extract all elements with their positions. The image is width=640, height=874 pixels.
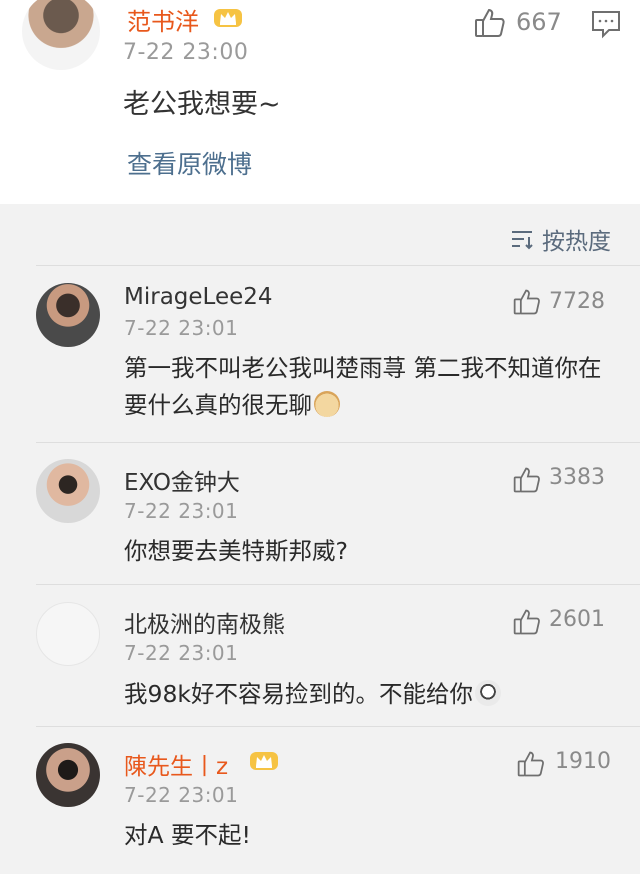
view-original-link[interactable]: 查看原微博	[127, 145, 252, 181]
sort-label: 按热度	[542, 229, 611, 255]
commenter-avatar[interactable]	[36, 283, 100, 347]
commenter-avatar[interactable]	[36, 459, 100, 523]
comment-text: 对A 要不起!	[124, 821, 251, 849]
post-author-name[interactable]: 范书洋	[127, 2, 199, 37]
thumbs-up-icon[interactable]	[512, 287, 542, 317]
comment-timestamp: 7-22 23:01	[124, 316, 239, 340]
comment-text-content: 我98k好不容易捡到的。不能给你	[124, 680, 474, 708]
comment-like-count: 7728	[549, 289, 605, 314]
original-post-card: 范书洋 7-22 23:00 667 老公我想要~ 查看原微博	[0, 0, 640, 204]
doge-emoji-icon	[314, 391, 340, 417]
post-like-count: 667	[516, 8, 562, 36]
thumbs-up-icon[interactable]	[512, 465, 542, 495]
crown-icon	[250, 752, 278, 770]
sort-icon	[512, 231, 533, 250]
comment-like-count: 3383	[549, 465, 605, 490]
divider	[36, 442, 640, 443]
comment-timestamp: 7-22 23:01	[124, 499, 239, 523]
commenter-name[interactable]: 陳先生丨z	[124, 747, 228, 781]
comment-text-content: 第一我不叫老公我叫楚雨荨 第二我不知道你在要什么真的很无聊	[124, 354, 602, 419]
commenter-name[interactable]: EXO金钟大	[124, 463, 240, 497]
thumbs-up-icon[interactable]	[473, 6, 507, 40]
post-author-avatar[interactable]	[22, 0, 100, 70]
shocked-face-emoji-icon	[475, 680, 502, 706]
comment-timestamp: 7-22 23:01	[124, 783, 239, 807]
comment-text: 我98k好不容易捡到的。不能给你	[124, 676, 604, 713]
divider	[36, 584, 640, 585]
comment-icon[interactable]	[590, 8, 622, 40]
commenter-avatar[interactable]	[36, 602, 100, 666]
thumbs-up-icon[interactable]	[516, 749, 546, 779]
commenter-name[interactable]: 北极洲的南极熊	[124, 605, 285, 639]
commenter-avatar[interactable]	[36, 743, 100, 807]
divider	[36, 726, 640, 727]
post-timestamp: 7-22 23:00	[123, 40, 249, 65]
comment-text: 你想要去美特斯邦威?	[124, 537, 348, 565]
comment-like-count: 1910	[555, 749, 611, 774]
sort-by-hot-button[interactable]: 按热度	[510, 222, 611, 256]
comment-like-count: 2601	[549, 607, 605, 632]
commenter-name[interactable]: MirageLee24	[124, 284, 273, 310]
divider	[36, 265, 640, 266]
comment-text: 第一我不叫老公我叫楚雨荨 第二我不知道你在要什么真的很无聊	[124, 350, 604, 424]
thumbs-up-icon[interactable]	[512, 607, 542, 637]
crown-icon	[214, 9, 242, 27]
post-content: 老公我想要~	[123, 89, 281, 120]
comment-timestamp: 7-22 23:01	[124, 641, 239, 665]
